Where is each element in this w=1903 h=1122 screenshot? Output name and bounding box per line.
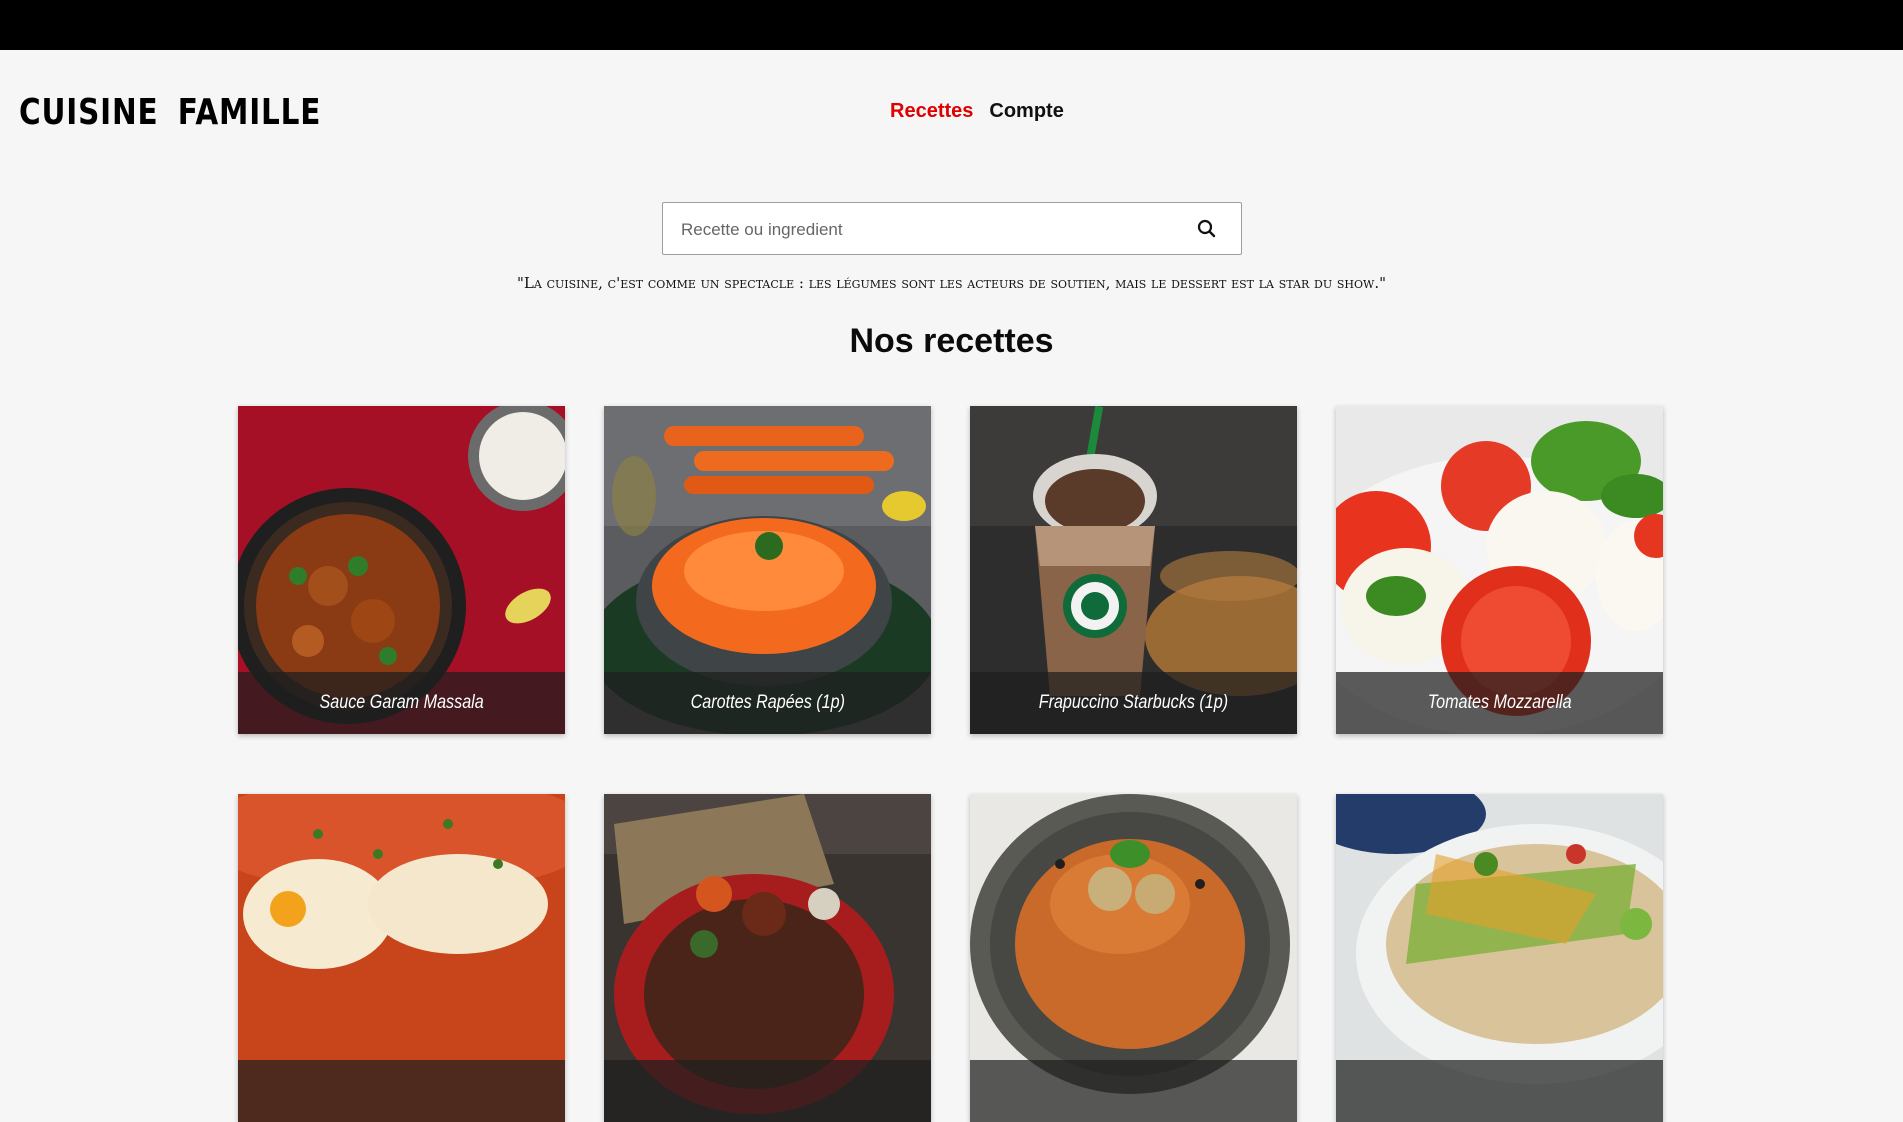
recipe-grid: Sauce Garam Massala Carottes Rapées (1p) <box>238 406 1666 1122</box>
section-title: Nos recettes <box>849 322 1054 360</box>
recipe-title <box>1336 1060 1663 1122</box>
recipe-card[interactable] <box>238 794 565 1122</box>
recipe-card[interactable]: Carottes Rapées (1p) <box>604 406 931 734</box>
recipe-title <box>604 1060 931 1122</box>
recipe-card[interactable] <box>604 794 931 1122</box>
recipe-title: Tomates Mozzarella <box>1336 672 1663 734</box>
search-input[interactable] <box>679 203 1153 256</box>
site-logo[interactable]: Cuisine Famille <box>19 92 321 133</box>
nav-item-recettes[interactable]: Recettes <box>890 100 973 123</box>
recipe-title: Sauce Garam Massala <box>238 672 565 734</box>
recipe-card[interactable] <box>1336 794 1663 1122</box>
search-bar <box>662 202 1242 256</box>
recipe-title <box>238 1060 565 1122</box>
recipe-title <box>970 1060 1297 1122</box>
recipe-card[interactable]: Frapuccino Starbucks (1p) <box>970 406 1297 734</box>
recipe-title: Frapuccino Starbucks (1p) <box>970 672 1297 734</box>
recipe-card[interactable]: Sauce Garam Massala <box>238 406 565 734</box>
quote-text: "La cuisine, c'est comme un spectacle : … <box>517 274 1386 292</box>
recipe-card[interactable] <box>970 794 1297 1122</box>
search-button[interactable] <box>1193 215 1221 243</box>
recipe-card[interactable]: Tomates Mozzarella <box>1336 406 1663 734</box>
main-nav: Recettes Compte <box>890 100 1064 123</box>
search-icon <box>1197 219 1216 238</box>
nav-item-compte[interactable]: Compte <box>989 100 1063 123</box>
top-bar <box>0 0 1903 50</box>
site-header: Cuisine Famille Recettes Compte <box>0 50 1903 170</box>
recipe-title: Carottes Rapées (1p) <box>604 672 931 734</box>
